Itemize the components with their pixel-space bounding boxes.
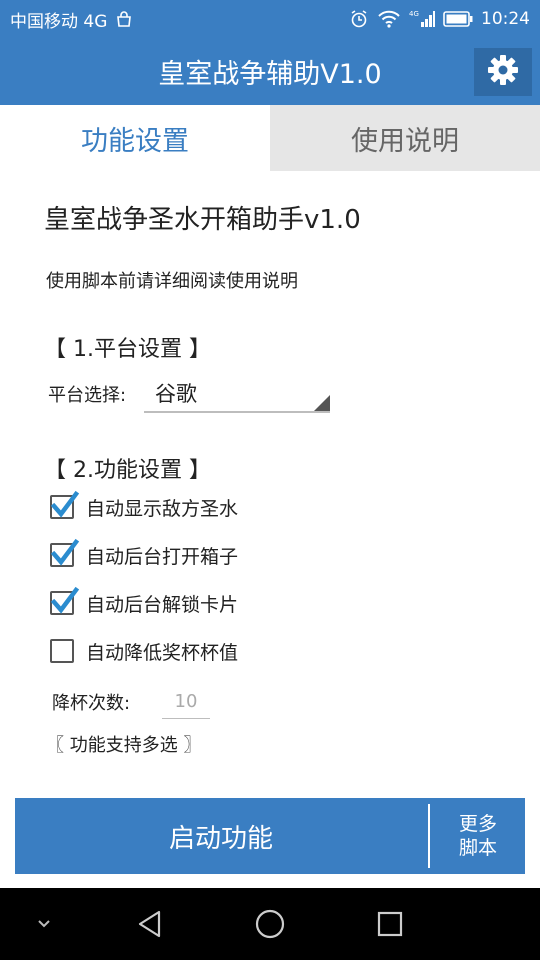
checkmark-icon [50,490,80,518]
recents-icon[interactable] [370,906,410,942]
more-scripts-button[interactable]: 更多 脚本 [431,798,525,874]
option-open-chests[interactable]: 自动后台打开箱子 [48,535,408,575]
status-time: 10:24 [481,9,530,29]
status-bar-right: 4G 10:24 [349,9,530,29]
cup-count-row: 降杯次数: 10 [52,685,352,721]
back-icon[interactable] [130,906,170,942]
platform-select[interactable]: 谷歌 [144,373,330,413]
more-scripts-line1: 更多 [458,813,497,835]
wifi-icon [377,10,401,28]
status-bar: 中国移动 4G 4G 10:24 [0,0,540,38]
checkbox[interactable] [50,538,80,567]
platform-label: 平台选择: [48,385,127,406]
svg-text:4G: 4G [409,10,419,18]
signal-4g-icon: 4G [409,9,435,29]
checkmark-icon [50,538,80,566]
platform-select-value: 谷歌 [155,382,197,406]
notice-text: 使用脚本前请详细阅读使用说明 [46,271,298,292]
carrier-text: 中国移动 4G [10,11,108,32]
checkbox-label: 自动显示敌方圣水 [86,498,239,520]
status-bar-left: 中国移动 4G [10,7,133,32]
bottom-action-bar: 启动功能 更多 脚本 [15,798,525,874]
tab-feature-settings[interactable]: 功能设置 [0,105,270,171]
checkmark-icon [50,586,80,614]
battery-icon [443,11,473,27]
option-lower-trophies[interactable]: 自动降低奖杯杯值 [48,631,408,671]
app-bar: 皇室战争辅助V1.0 [0,38,540,105]
multi-select-note: 〖 功能支持多选 〗 [46,735,202,756]
cup-count-label: 降杯次数: [52,693,131,714]
button-divider [428,804,430,868]
start-button[interactable]: 启动功能 [15,798,427,874]
page-heading: 皇室战争圣水开箱助手v1.0 [44,205,361,235]
option-show-enemy-elixir[interactable]: 自动显示敌方圣水 [48,487,408,527]
shopping-bag-icon [115,10,133,28]
checkbox[interactable] [50,639,74,663]
gear-icon [486,53,520,91]
checkbox-label: 自动后台解锁卡片 [86,594,239,616]
checkbox-label: 自动降低奖杯杯值 [86,642,239,664]
tab-usage-instructions[interactable]: 使用说明 [270,105,540,171]
cup-count-input[interactable]: 10 [162,685,210,719]
tab-bar: 功能设置 使用说明 [0,105,540,171]
navigation-bar [0,888,540,960]
more-scripts-line2: 脚本 [458,837,497,859]
feature-section-title: 【 2.功能设置 】 [44,458,211,483]
option-unlock-cards[interactable]: 自动后台解锁卡片 [48,583,408,623]
chevron-down-icon[interactable] [24,906,64,942]
app-title: 皇室战争辅助V1.0 [158,59,382,90]
checkbox[interactable] [50,490,80,519]
platform-section-title: 【 1.平台设置 】 [44,337,211,362]
checkbox-label: 自动后台打开箱子 [86,546,239,568]
platform-row: 平台选择: 谷歌 [46,373,346,413]
settings-button[interactable] [474,48,532,96]
home-icon[interactable] [250,906,290,942]
checkbox[interactable] [50,586,80,615]
alarm-icon [349,9,369,29]
dropdown-arrow-icon [314,395,330,411]
